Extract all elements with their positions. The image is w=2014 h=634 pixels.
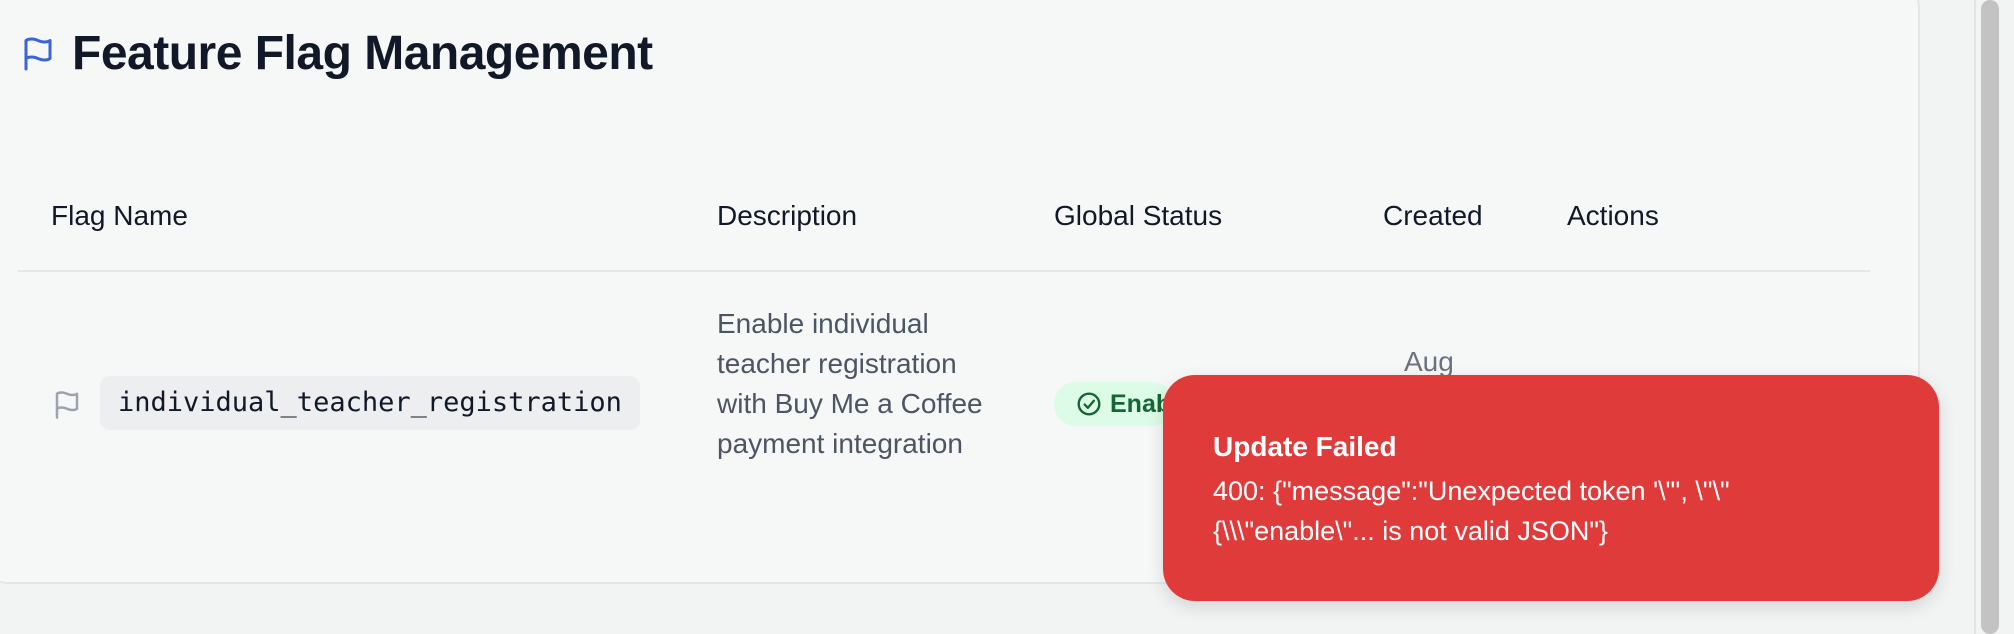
toast-message: 400: {"message":"Unexpected token '\"', … — [1213, 476, 1730, 546]
flag-name-code: individual_teacher_registration — [100, 376, 640, 430]
column-header-created[interactable]: Created — [1383, 200, 1483, 232]
scrollbar-track — [1974, 0, 1976, 634]
page-header: Feature Flag Management — [20, 26, 653, 81]
check-circle-icon — [1077, 392, 1101, 416]
status-badge[interactable]: Enab — [1054, 382, 1174, 426]
error-toast[interactable]: Update Failed 400: {"message":"Unexpecte… — [1163, 375, 1939, 601]
scrollbar-thumb[interactable] — [1981, 0, 1999, 634]
created-date: Aug — [1404, 346, 1454, 377]
flag-description: Enable individual teacher registration w… — [717, 308, 983, 459]
column-header-global-status[interactable]: Global Status — [1054, 200, 1222, 232]
flag-icon — [24, 37, 52, 70]
column-header-description[interactable]: Description — [717, 200, 857, 232]
status-badge-label: Enab — [1110, 389, 1172, 418]
column-header-flag-name[interactable]: Flag Name — [51, 200, 188, 232]
column-header-actions: Actions — [1567, 200, 1659, 231]
table-header: Flag Name Description Global Status Crea… — [0, 200, 1870, 272]
flag-icon — [55, 391, 79, 419]
toast-title: Update Failed — [1213, 431, 1397, 462]
header-divider — [18, 270, 1870, 272]
page-title: Feature Flag Management — [72, 27, 653, 80]
